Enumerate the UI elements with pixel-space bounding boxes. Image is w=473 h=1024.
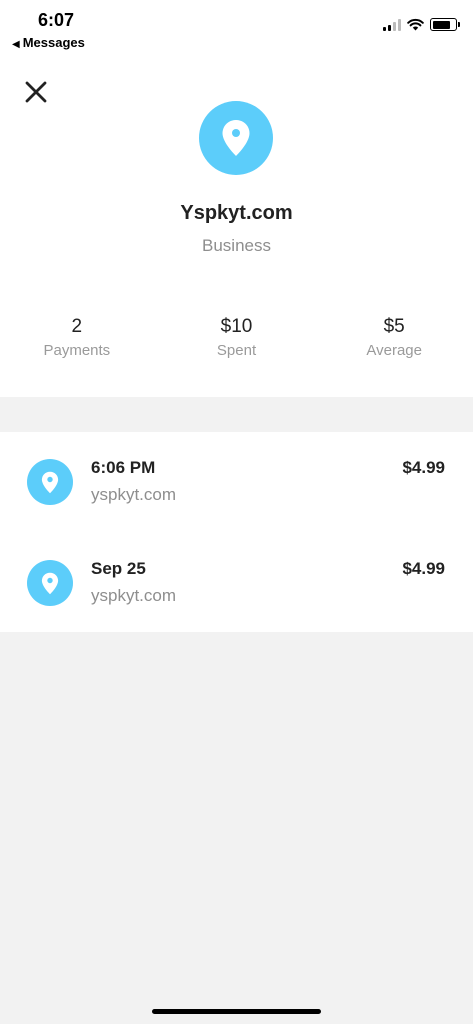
stat-value: $10 <box>220 316 253 337</box>
back-triangle-icon: ◀ <box>12 39 20 50</box>
stat-label: Average <box>366 342 422 359</box>
business-avatar <box>199 101 273 175</box>
transaction-row[interactable]: Sep 25 yspkyt.com $4.99 <box>0 533 473 633</box>
battery-icon <box>430 18 460 31</box>
transaction-amount: $4.99 <box>402 458 445 477</box>
stat-label: Spent <box>216 342 257 359</box>
stat-value: $5 <box>383 316 405 337</box>
transaction-row[interactable]: 6:06 PM yspkyt.com $4.99 <box>0 432 473 532</box>
transaction-subtitle: yspkyt.com <box>91 485 177 504</box>
location-pin-icon <box>41 471 59 493</box>
system-icons <box>383 18 460 31</box>
cellular-signal-icon <box>383 18 401 31</box>
location-pin-icon <box>41 572 59 594</box>
wifi-icon <box>407 18 424 31</box>
back-app-label: Messages <box>22 35 85 50</box>
transaction-subtitle: yspkyt.com <box>91 586 177 605</box>
business-header: Yspkyt.com Business 2 Payments $10 Spent… <box>0 56 473 397</box>
business-name: Yspkyt.com <box>180 202 293 224</box>
stats-row: 2 Payments $10 Spent $5 Average <box>0 316 473 359</box>
transaction-amount: $4.99 <box>402 559 445 578</box>
back-to-app-button[interactable]: ◀ Messages <box>12 35 85 50</box>
business-type: Business <box>202 236 271 255</box>
status-bar: 6:07 ◀ Messages <box>0 0 473 56</box>
transactions-list: 6:06 PM yspkyt.com $4.99 Sep 25 yspkyt.c… <box>0 432 473 632</box>
close-icon <box>25 81 47 103</box>
stat-payments: 2 Payments <box>0 316 156 359</box>
stat-spent: $10 Spent <box>158 316 316 359</box>
transaction-avatar <box>27 459 73 505</box>
stat-average: $5 Average <box>315 316 473 359</box>
stat-value: 2 <box>71 316 83 337</box>
location-pin-icon <box>222 120 250 156</box>
home-indicator[interactable] <box>152 1009 321 1014</box>
stat-label: Payments <box>43 342 111 359</box>
status-time: 6:07 <box>38 10 75 30</box>
transaction-title: 6:06 PM <box>91 458 156 477</box>
close-button[interactable] <box>22 78 50 106</box>
transaction-avatar <box>27 560 73 606</box>
transaction-title: Sep 25 <box>91 559 146 578</box>
